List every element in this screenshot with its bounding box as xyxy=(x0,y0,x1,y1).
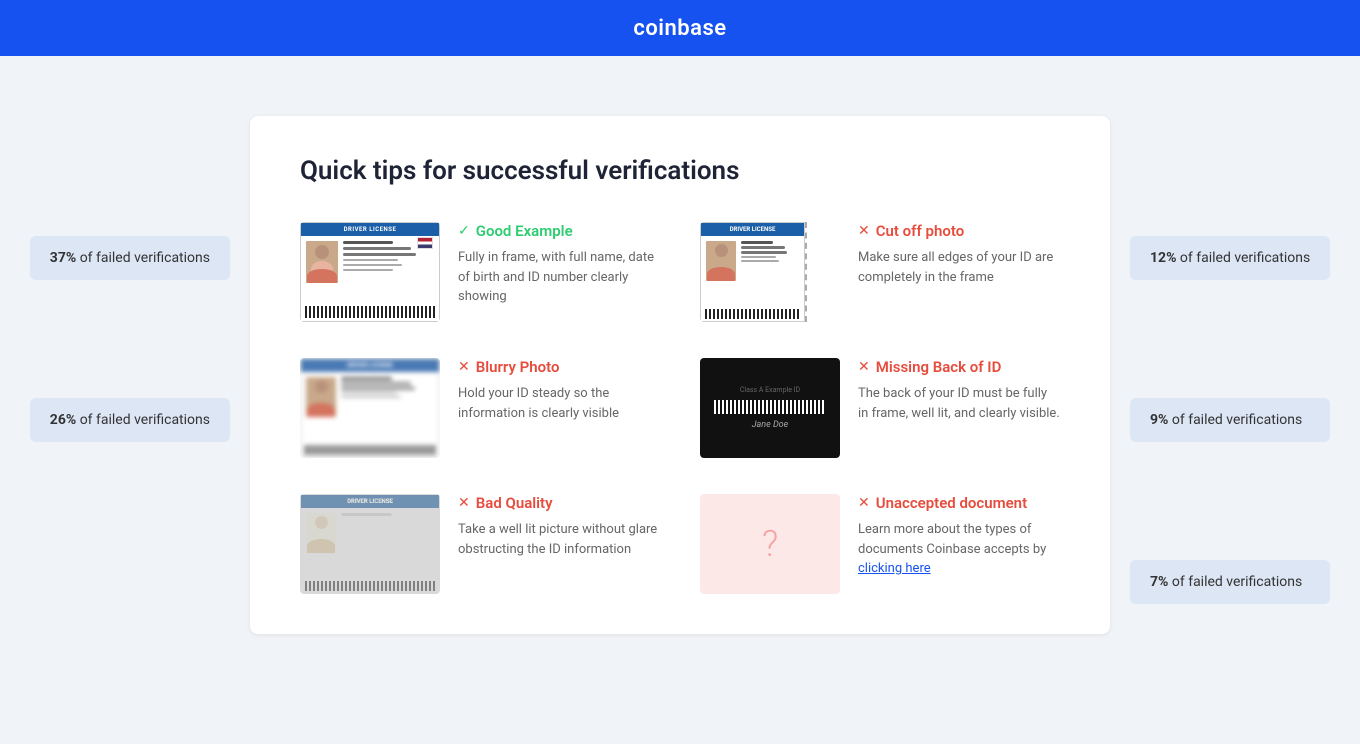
tip-image-blurry: DRIVER LICENSE xyxy=(300,358,440,458)
tip-title: Missing Back of ID xyxy=(876,358,1002,376)
x-icon: ✕ xyxy=(858,359,870,375)
x-icon: ✕ xyxy=(458,359,470,375)
main-card: Quick tips for successful verifications … xyxy=(250,116,1110,634)
tip-missing-back: Class A Example ID Jane Doe ✕ Missing Ba… xyxy=(700,358,1060,458)
tip-content-unaccepted: ✕ Unaccepted document Learn more about t… xyxy=(858,494,1060,579)
back-signature: Jane Doe xyxy=(752,420,789,430)
tip-cutoff: DRIVER LICENSE xyxy=(700,222,1060,322)
tip-image-good: DRIVER LICENSE xyxy=(300,222,440,322)
id-header-label: DRIVER LICENSE xyxy=(301,223,439,236)
tip-content-quality: ✕ Bad Quality Take a well lit picture wi… xyxy=(458,494,660,559)
badge-label: of failed verifications xyxy=(1172,412,1302,428)
tip-image-cutoff: DRIVER LICENSE xyxy=(700,222,840,322)
badge-percent: 12% xyxy=(1150,250,1176,266)
id-photo xyxy=(306,241,338,283)
x-icon: ✕ xyxy=(858,495,870,511)
right-badge-2: 9% of failed verifications xyxy=(1130,398,1330,442)
tip-bad-quality: DRIVER LICENSE xyxy=(300,494,660,594)
x-icon: ✕ xyxy=(858,223,870,239)
badge-percent: 37% xyxy=(50,250,76,266)
tip-image-unaccepted: ? xyxy=(700,494,840,594)
badge-label: of failed verifications xyxy=(80,412,210,428)
page-body: 37% of failed verifications 26% of faile… xyxy=(0,56,1360,694)
tip-image-quality: DRIVER LICENSE xyxy=(300,494,440,594)
tip-content-blurry: ✕ Blurry Photo Hold your ID steady so th… xyxy=(458,358,660,423)
tip-title: Blurry Photo xyxy=(476,358,560,376)
tip-content-good: ✓ Good Example Fully in frame, with full… xyxy=(458,222,660,307)
left-badge-2: 26% of failed verifications xyxy=(30,398,230,442)
tip-blurry: DRIVER LICENSE xyxy=(300,358,660,458)
tip-label-good: ✓ Good Example xyxy=(458,222,660,240)
tip-title: Good Example xyxy=(476,222,573,240)
badge-percent: 26% xyxy=(50,412,76,428)
tip-description: Make sure all edges of your ID are compl… xyxy=(858,248,1060,287)
tip-label-cutoff: ✕ Cut off photo xyxy=(858,222,1060,240)
tip-unaccepted: ? ✕ Unaccepted document Learn more about… xyxy=(700,494,1060,594)
left-badge-1: 37% of failed verifications xyxy=(30,236,230,280)
back-barcode xyxy=(714,400,826,414)
tip-label-blurry: ✕ Blurry Photo xyxy=(458,358,660,376)
back-class-label: Class A Example ID xyxy=(732,386,808,394)
right-badge-3: 7% of failed verifications xyxy=(1130,560,1330,604)
badge-percent: 9% xyxy=(1150,412,1168,428)
page-title: Quick tips for successful verifications xyxy=(300,156,1060,186)
tip-good-example: DRIVER LICENSE xyxy=(300,222,660,322)
tip-description: Hold your ID steady so the information i… xyxy=(458,384,660,423)
right-badge-1: 12% of failed verifications xyxy=(1130,236,1330,280)
question-mark-icon: ? xyxy=(762,523,778,565)
coinbase-logo: coinbase xyxy=(633,16,726,41)
tip-description: Take a well lit picture without glare ob… xyxy=(458,520,660,559)
clicking-here-link[interactable]: clicking here xyxy=(858,561,931,576)
tip-label-quality: ✕ Bad Quality xyxy=(458,494,660,512)
left-badges: 37% of failed verifications 26% of faile… xyxy=(30,236,230,442)
tip-title: Unaccepted document xyxy=(876,494,1027,512)
tip-image-back: Class A Example ID Jane Doe xyxy=(700,358,840,458)
badge-label: of failed verifications xyxy=(80,250,210,266)
tip-title: Bad Quality xyxy=(476,494,553,512)
tips-grid: DRIVER LICENSE xyxy=(300,222,1060,594)
tip-description: Fully in frame, with full name, date of … xyxy=(458,248,660,307)
tip-description: Learn more about the types of documents … xyxy=(858,520,1060,579)
page-header: coinbase xyxy=(0,0,1360,56)
tip-content-back: ✕ Missing Back of ID The back of your ID… xyxy=(858,358,1060,423)
right-badges: 12% of failed verifications 9% of failed… xyxy=(1130,236,1330,604)
x-icon: ✕ xyxy=(458,495,470,511)
badge-label: of failed verifications xyxy=(1180,250,1310,266)
tip-description: The back of your ID must be fully in fra… xyxy=(858,384,1060,423)
tip-label-back: ✕ Missing Back of ID xyxy=(858,358,1060,376)
check-icon: ✓ xyxy=(458,223,470,239)
tip-title: Cut off photo xyxy=(876,222,964,240)
badge-label: of failed verifications xyxy=(1172,574,1302,590)
badge-percent: 7% xyxy=(1150,574,1168,590)
tip-content-cutoff: ✕ Cut off photo Make sure all edges of y… xyxy=(858,222,1060,287)
tip-label-unaccepted: ✕ Unaccepted document xyxy=(858,494,1060,512)
id-info xyxy=(343,241,434,298)
